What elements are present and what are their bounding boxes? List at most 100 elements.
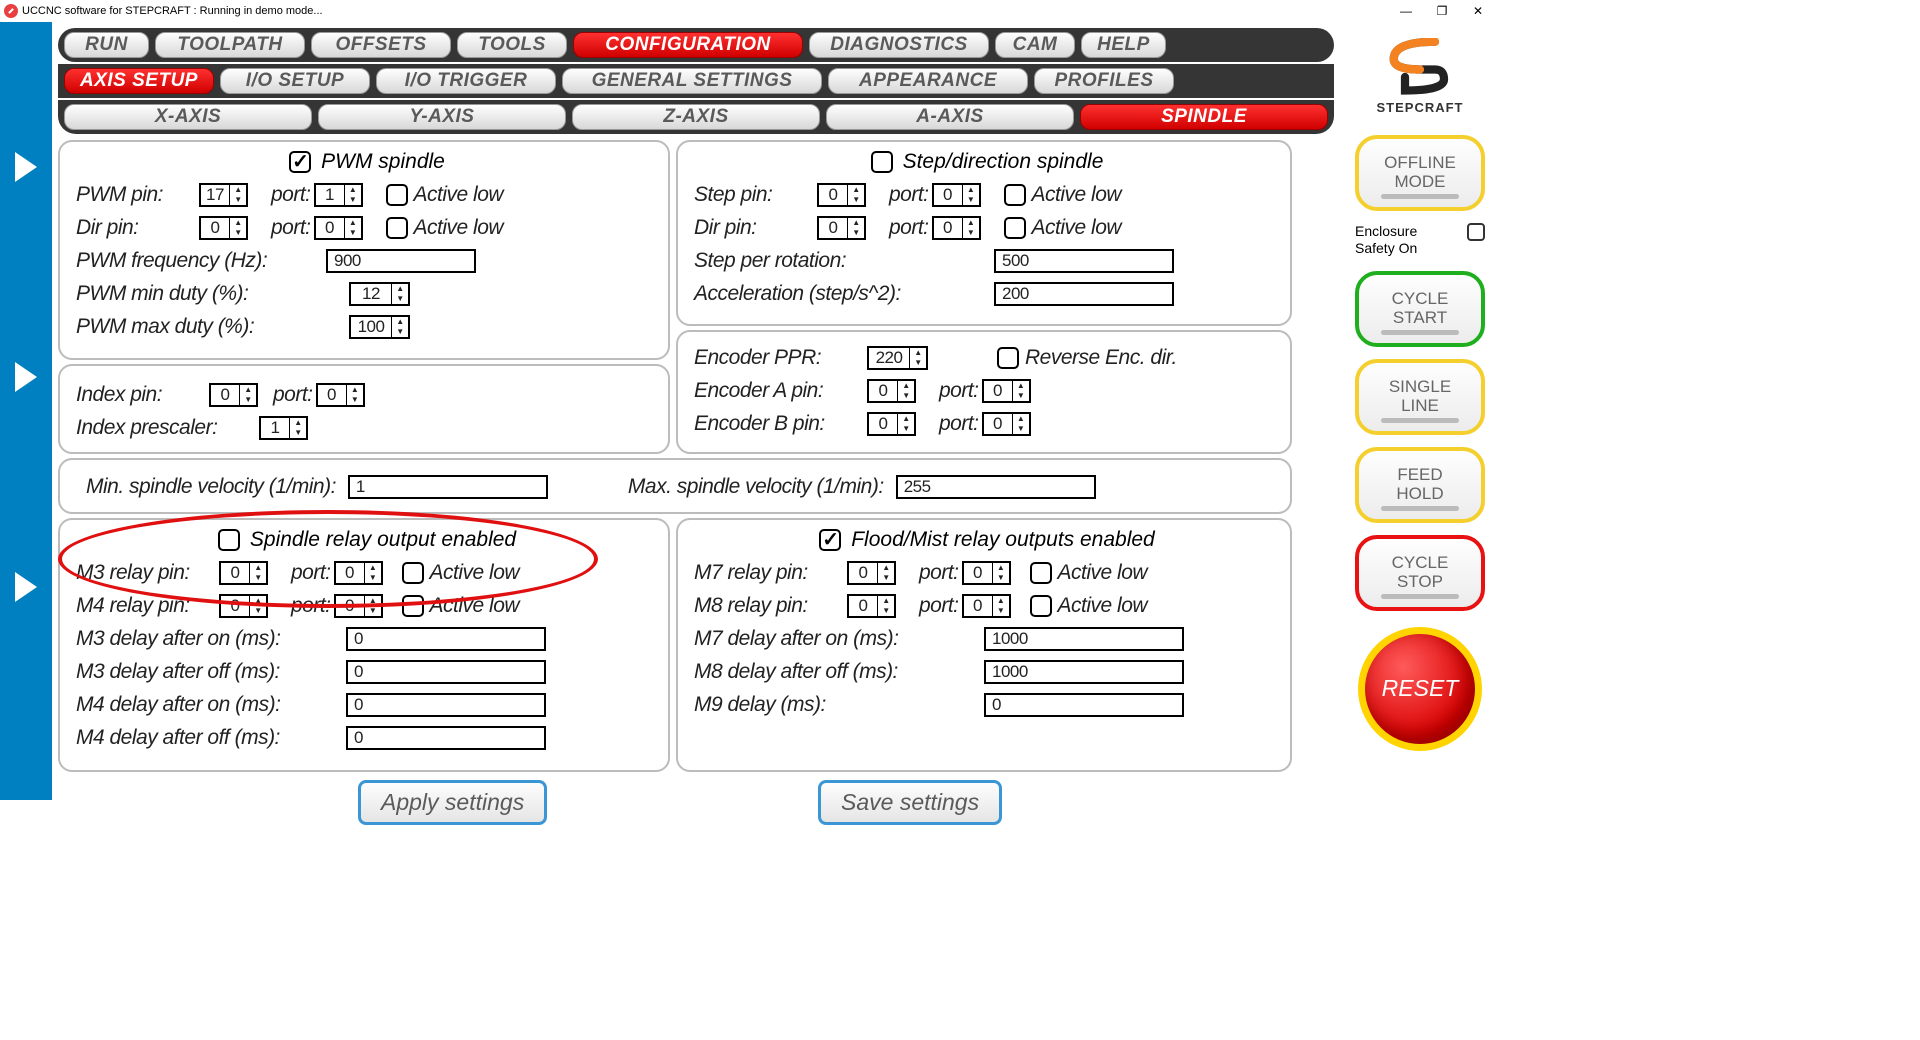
enclosure-checkbox[interactable] [1467, 223, 1485, 241]
close-button[interactable]: ✕ [1460, 0, 1496, 22]
panel-encoder: Encoder PPR: 220▲▼ Reverse Enc. dir. Enc… [676, 330, 1292, 454]
flood-enable-checkbox[interactable] [819, 529, 841, 551]
cycle-stop-button[interactable]: CYCLE STOP [1355, 535, 1485, 611]
sd-dir-port-spin[interactable]: 0▲▼ [932, 216, 981, 240]
tab-offsets[interactable]: OFFSETS [311, 32, 451, 58]
stepdir-enable-checkbox[interactable] [871, 151, 893, 173]
panel-stepdir: Step/direction spindle Step pin: 0▲▼ por… [676, 140, 1292, 326]
feed-hold-button[interactable]: FEED HOLD [1355, 447, 1485, 523]
m7-al-checkbox[interactable] [1030, 562, 1052, 584]
reverse-enc-checkbox[interactable] [997, 347, 1019, 369]
play-icon[interactable] [15, 572, 37, 602]
play-icon[interactable] [15, 152, 37, 182]
pwm-title: PWM spindle [321, 150, 445, 174]
tab-z-axis[interactable]: Z-AXIS [572, 104, 820, 130]
enc-a-pin-spin[interactable]: 0▲▼ [867, 379, 916, 403]
m8-pin-spin[interactable]: 0▲▼ [847, 594, 896, 618]
encoder-ppr-spin[interactable]: 220▲▼ [867, 346, 928, 370]
tab-axis-setup[interactable]: AXIS SETUP [64, 68, 214, 94]
tab-general-settings[interactable]: GENERAL SETTINGS [562, 68, 822, 94]
offline-mode-button[interactable]: OFFLINE MODE [1355, 135, 1485, 211]
flood-title: Flood/Mist relay outputs enabled [851, 528, 1155, 552]
tab-profiles[interactable]: PROFILES [1034, 68, 1174, 94]
m8-al-checkbox[interactable] [1030, 595, 1052, 617]
stepdir-title: Step/direction spindle [903, 150, 1104, 174]
apply-settings-button[interactable]: Apply settings [358, 780, 547, 825]
tab-spindle[interactable]: SPINDLE [1080, 104, 1328, 130]
tab-toolpath[interactable]: TOOLPATH [155, 32, 305, 58]
index-pin-spin[interactable]: 0▲▼ [209, 383, 258, 407]
minimize-button[interactable]: — [1388, 0, 1424, 22]
single-line-button[interactable]: SINGLE LINE [1355, 359, 1485, 435]
save-settings-button[interactable]: Save settings [818, 780, 1002, 825]
m7-port-spin[interactable]: 0▲▼ [962, 561, 1011, 585]
m8off-input[interactable]: 1000 [984, 660, 1184, 684]
tab-configuration[interactable]: CONFIGURATION [573, 32, 803, 58]
m3-port-spin[interactable]: 0▲▼ [334, 561, 383, 585]
pwm-enable-checkbox[interactable] [289, 151, 311, 173]
step-pin-spin[interactable]: 0▲▼ [817, 183, 866, 207]
enc-b-pin-spin[interactable]: 0▲▼ [867, 412, 916, 436]
pwm-min-spin[interactable]: 12▲▼ [349, 282, 410, 306]
play-icon[interactable] [15, 362, 37, 392]
pwm-freq-input[interactable]: 900 [326, 249, 476, 273]
enc-a-port-spin[interactable]: 0▲▼ [982, 379, 1031, 403]
index-port-spin[interactable]: 0▲▼ [316, 383, 365, 407]
dir-port-spin[interactable]: 0▲▼ [314, 216, 363, 240]
dir-active-low-checkbox[interactable] [386, 217, 408, 239]
tabs-sub2: X-AXIS Y-AXIS Z-AXIS A-AXIS SPINDLE [58, 100, 1334, 134]
pwm-port-spin[interactable]: 1▲▼ [314, 183, 363, 207]
tabs-main: RUN TOOLPATH OFFSETS TOOLS CONFIGURATION… [58, 28, 1334, 62]
index-prescaler-spin[interactable]: 1▲▼ [259, 416, 308, 440]
tab-io-trigger[interactable]: I/O TRIGGER [376, 68, 556, 94]
sd-dir-pin-spin[interactable]: 0▲▼ [817, 216, 866, 240]
tab-appearance[interactable]: APPEARANCE [828, 68, 1028, 94]
right-sidebar: STEPCRAFT OFFLINE MODE Enclosure Safety … [1340, 22, 1500, 800]
min-velocity-input[interactable]: 1 [348, 475, 548, 499]
m8-port-spin[interactable]: 0▲▼ [962, 594, 1011, 618]
tab-help[interactable]: HELP [1081, 32, 1166, 58]
tab-cam[interactable]: CAM [995, 32, 1075, 58]
panel-index: Index pin: 0▲▼ port: 0▲▼ Index prescaler… [58, 364, 670, 454]
window-titlebar: UCCNC software for STEPCRAFT : Running i… [0, 0, 1500, 22]
acc-input[interactable]: 200 [994, 282, 1174, 306]
reset-button[interactable]: RESET [1358, 627, 1482, 751]
enc-b-port-spin[interactable]: 0▲▼ [982, 412, 1031, 436]
m4off-input[interactable]: 0 [346, 726, 546, 750]
tab-io-setup[interactable]: I/O SETUP [220, 68, 370, 94]
m4-port-spin[interactable]: 0▲▼ [334, 594, 383, 618]
m4-pin-spin[interactable]: 0▲▼ [219, 594, 268, 618]
tab-y-axis[interactable]: Y-AXIS [318, 104, 566, 130]
m3on-input[interactable]: 0 [346, 627, 546, 651]
stepcraft-logo-icon [1380, 38, 1460, 98]
step-port-spin[interactable]: 0▲▼ [932, 183, 981, 207]
m9-input[interactable]: 0 [984, 693, 1184, 717]
max-velocity-input[interactable]: 255 [896, 475, 1096, 499]
relay-enable-checkbox[interactable] [218, 529, 240, 551]
step-al-checkbox[interactable] [1004, 184, 1026, 206]
cycle-start-button[interactable]: CYCLE START [1355, 271, 1485, 347]
tab-a-axis[interactable]: A-AXIS [826, 104, 1074, 130]
brand-text: STEPCRAFT [1377, 100, 1464, 115]
dir-pin-spin[interactable]: 0▲▼ [199, 216, 248, 240]
sd-dir-al-checkbox[interactable] [1004, 217, 1026, 239]
tab-run[interactable]: RUN [64, 32, 149, 58]
pwm-pin-label: PWM pin: [76, 183, 196, 207]
m3off-input[interactable]: 0 [346, 660, 546, 684]
pwm-max-spin[interactable]: 100▲▼ [349, 315, 410, 339]
tab-diagnostics[interactable]: DIAGNOSTICS [809, 32, 989, 58]
m3-al-checkbox[interactable] [402, 562, 424, 584]
m4-al-checkbox[interactable] [402, 595, 424, 617]
tab-x-axis[interactable]: X-AXIS [64, 104, 312, 130]
m4on-input[interactable]: 0 [346, 693, 546, 717]
maximize-button[interactable]: ❐ [1424, 0, 1460, 22]
pwm-pin-spin[interactable]: 17▲▼ [199, 183, 248, 207]
tabs-sub1: AXIS SETUP I/O SETUP I/O TRIGGER GENERAL… [58, 64, 1334, 98]
pwm-active-low-checkbox[interactable] [386, 184, 408, 206]
relay-title: Spindle relay output enabled [250, 528, 516, 552]
m7-pin-spin[interactable]: 0▲▼ [847, 561, 896, 585]
tab-tools[interactable]: TOOLS [457, 32, 567, 58]
spr-input[interactable]: 500 [994, 249, 1174, 273]
m3-pin-spin[interactable]: 0▲▼ [219, 561, 268, 585]
m7on-input[interactable]: 1000 [984, 627, 1184, 651]
